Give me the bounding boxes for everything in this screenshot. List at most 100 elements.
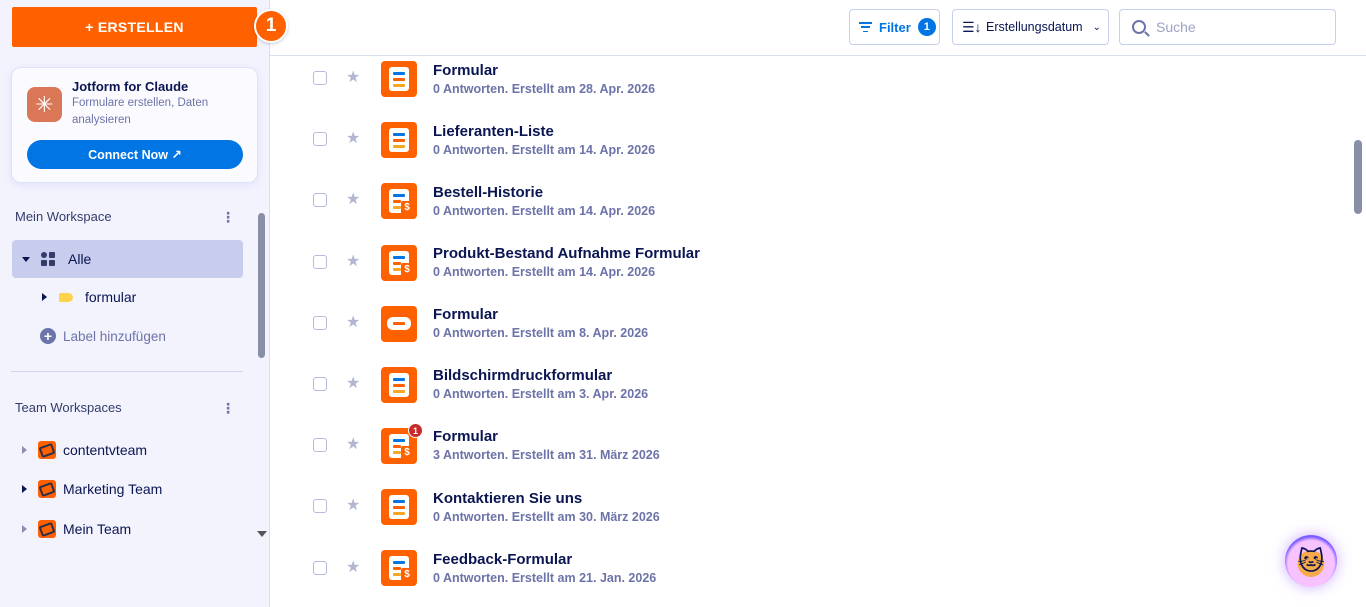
star-icon[interactable]: ★ [346, 251, 360, 271]
form-meta: 0 Antworten. Erstellt am 3. Apr. 2026 [433, 387, 649, 401]
form-meta: 0 Antworten. Erstellt am 21. Jan. 2026 [433, 571, 657, 585]
filter-icon [859, 22, 872, 32]
sort-dropdown[interactable]: ☰↓ Erstellungsdatum ⌄ [952, 9, 1109, 45]
form-icon[interactable] [381, 122, 417, 158]
scroll-down-arrow-icon[interactable] [257, 531, 267, 537]
form-title[interactable]: Formular [433, 62, 498, 79]
step-badge: 1 [254, 9, 288, 43]
caret-right-icon[interactable] [22, 446, 27, 454]
list-item[interactable]: ★ Bildschirmdruckformular 0 Antworten. E… [270, 361, 1352, 422]
form-title[interactable]: Lieferanten-Liste [433, 123, 554, 140]
row-checkbox[interactable] [313, 377, 327, 391]
form-icon[interactable] [381, 489, 417, 525]
team-workspaces-heading: Team Workspaces [15, 400, 122, 415]
star-icon[interactable]: ★ [346, 495, 360, 515]
form-meta: 0 Antworten. Erstellt am 14. Apr. 2026 [433, 143, 656, 157]
promo-subtitle: Formulare erstellen, Daten analysieren [72, 97, 209, 126]
form-title[interactable]: Kontaktieren Sie uns [433, 490, 582, 507]
form-title[interactable]: Produkt-Bestand Aufnahme Formular [433, 245, 700, 262]
form-meta: 3 Antworten. Erstellt am 31. März 2026 [433, 448, 660, 462]
star-icon[interactable]: ★ [346, 312, 360, 332]
form-icon[interactable] [381, 367, 417, 403]
team-workspaces-menu-icon[interactable]: ⋮ [221, 400, 235, 416]
payment-form-icon[interactable]: $ [381, 245, 417, 281]
sidebar-item-contentvteam[interactable]: contentvteam [12, 431, 243, 469]
sidebar-item-formular[interactable]: formular [42, 278, 243, 316]
caret-right-icon[interactable] [42, 293, 47, 301]
list-item[interactable]: ★ $ Feedback-Formular 0 Antworten. Erste… [270, 544, 1352, 605]
form-title[interactable]: Feedback-Formular [433, 551, 572, 568]
sidebar-item-mein-team[interactable]: Mein Team [12, 510, 243, 545]
sidebar-item-marketing-team[interactable]: Marketing Team [12, 470, 243, 508]
promo-card: ✳ Jotform for Claude Formulare erstellen… [11, 67, 258, 183]
caret-right-icon[interactable] [22, 485, 27, 493]
row-checkbox[interactable] [313, 132, 327, 146]
list-item[interactable]: ★ $ Produkt-Bestand Aufnahme Formular 0 … [270, 239, 1352, 300]
filter-button[interactable]: Filter 1 [849, 9, 940, 45]
sidebar-item-alle[interactable]: Alle [12, 240, 243, 278]
caret-right-icon[interactable] [22, 525, 27, 533]
chevron-down-icon: ⌄ [1092, 21, 1101, 33]
search-input[interactable] [1156, 19, 1316, 35]
filter-count-badge: 1 [917, 18, 936, 36]
create-button[interactable]: + ERSTELLEN [12, 7, 257, 47]
sidebar-item-label: formular [85, 289, 137, 305]
sidebar-scrollbar[interactable] [255, 195, 269, 545]
sidebar-scrollbar-thumb[interactable] [258, 213, 265, 358]
payment-form-icon[interactable]: $ [381, 550, 417, 586]
asterisk-icon: ✳ [27, 87, 62, 122]
connect-now-button[interactable]: Connect Now ↗ [27, 140, 243, 169]
row-checkbox[interactable] [313, 499, 327, 513]
form-title[interactable]: Bestell-Historie [433, 184, 543, 201]
card-form-icon[interactable] [381, 306, 417, 342]
ai-assistant-avatar-icon[interactable]: 🐱 [1285, 535, 1337, 587]
my-workspace-heading: Mein Workspace [15, 209, 112, 224]
filter-label: Filter [879, 19, 911, 35]
my-workspace-menu-icon[interactable]: ⋮ [221, 209, 235, 225]
list-item[interactable]: ★ Kontaktieren Sie uns 0 Antworten. Erst… [270, 483, 1352, 544]
row-checkbox[interactable] [313, 438, 327, 452]
list-item[interactable]: ★ Formular 0 Antworten. Erstellt am 8. A… [270, 300, 1352, 361]
forms-list: ★ Formular 0 Antworten. Erstellt am 28. … [270, 56, 1352, 607]
form-title[interactable]: Bildschirmdruckformular [433, 367, 612, 384]
sidebar-item-label: Marketing Team [63, 481, 163, 497]
team-icon [38, 441, 56, 459]
sidebar: + ERSTELLEN ✳ Jotform for Claude Formula… [0, 0, 270, 607]
star-icon[interactable]: ★ [346, 189, 360, 209]
form-title[interactable]: Formular [433, 306, 498, 323]
list-item[interactable]: ★ $ 1 Formular 3 Antworten. Erstellt am … [270, 422, 1352, 483]
row-checkbox[interactable] [313, 255, 327, 269]
row-checkbox[interactable] [313, 316, 327, 330]
sort-label: Erstellungsdatum [986, 20, 1083, 34]
list-item[interactable]: ★ Formular 0 Antworten. Erstellt am 28. … [270, 56, 1352, 117]
folder-icon [59, 292, 73, 302]
add-label-button[interactable]: + Label hinzufügen [40, 328, 166, 344]
search-icon [1132, 20, 1146, 34]
star-icon[interactable]: ★ [346, 557, 360, 577]
form-icon[interactable] [381, 61, 417, 97]
list-item[interactable]: ★ Lieferanten-Liste 0 Antworten. Erstell… [270, 117, 1352, 178]
row-checkbox[interactable] [313, 193, 327, 207]
search-box[interactable] [1119, 9, 1336, 45]
add-label-text: Label hinzufügen [63, 328, 166, 344]
caret-down-icon[interactable] [22, 256, 30, 262]
star-icon[interactable]: ★ [346, 128, 360, 148]
team-icon [38, 480, 56, 498]
star-icon[interactable]: ★ [346, 67, 360, 87]
sidebar-item-label: Mein Team [63, 521, 132, 537]
sidebar-scroll-area: Mein Workspace ⋮ Alle formular + Label h… [0, 195, 255, 545]
form-meta: 0 Antworten. Erstellt am 14. Apr. 2026 [433, 265, 656, 279]
main-scrollbar-thumb[interactable] [1354, 140, 1362, 214]
main-scrollbar[interactable] [1352, 56, 1366, 607]
payment-form-icon[interactable]: $ [381, 183, 417, 219]
star-icon[interactable]: ★ [346, 434, 360, 454]
star-icon[interactable]: ★ [346, 373, 360, 393]
row-checkbox[interactable] [313, 71, 327, 85]
form-meta: 0 Antworten. Erstellt am 8. Apr. 2026 [433, 326, 649, 340]
row-checkbox[interactable] [313, 561, 327, 575]
list-item[interactable]: ★ $ Bestell-Historie 0 Antworten. Erstel… [270, 178, 1352, 239]
form-meta: 0 Antworten. Erstellt am 28. Apr. 2026 [433, 82, 656, 96]
sidebar-item-label: Alle [68, 251, 92, 267]
form-title[interactable]: Formular [433, 428, 498, 445]
form-meta: 0 Antworten. Erstellt am 30. März 2026 [433, 510, 660, 524]
